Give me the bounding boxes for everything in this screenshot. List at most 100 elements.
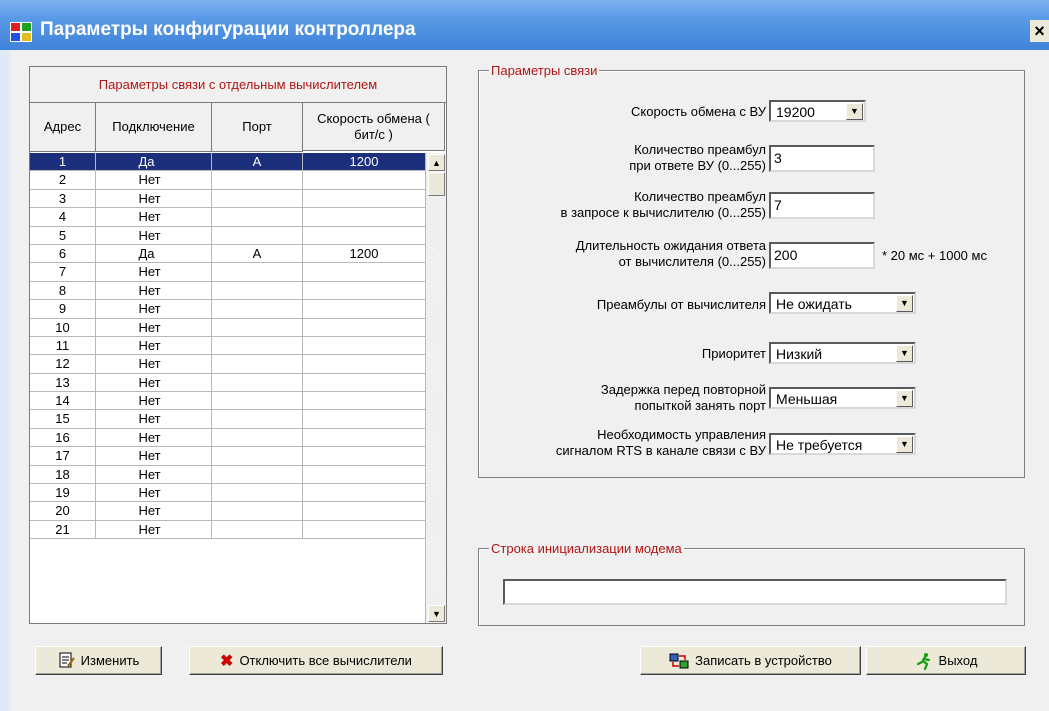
cell-port[interactable] — [212, 171, 303, 190]
cell-address[interactable]: 7 — [30, 263, 96, 282]
cell-speed[interactable] — [303, 392, 426, 411]
table-row[interactable]: 21 Нет — [30, 520, 426, 540]
cell-speed[interactable] — [303, 189, 426, 209]
cell-address[interactable]: 14 — [30, 392, 96, 411]
cell-port[interactable] — [212, 355, 303, 374]
cell-connection[interactable]: Да — [96, 153, 212, 172]
scroll-up-button[interactable]: ▲ — [428, 154, 445, 171]
cell-connection[interactable]: Нет — [96, 336, 212, 356]
cell-speed[interactable] — [303, 447, 426, 466]
table-row[interactable]: 1 Да A 1200 — [30, 153, 426, 172]
cell-speed[interactable] — [303, 484, 426, 503]
cell-port[interactable] — [212, 263, 303, 282]
cell-address[interactable]: 10 — [30, 318, 96, 337]
cell-port[interactable] — [212, 189, 303, 209]
cell-speed[interactable] — [303, 318, 426, 337]
cell-port[interactable] — [212, 392, 303, 411]
cell-port[interactable] — [212, 520, 303, 540]
cell-connection[interactable]: Нет — [96, 171, 212, 190]
table-row[interactable]: 6 Да A 1200 — [30, 244, 426, 264]
table-row[interactable]: 20 Нет — [30, 502, 426, 521]
baud-select[interactable]: 19200 ▼ — [769, 100, 866, 122]
table-row[interactable]: 17 Нет — [30, 447, 426, 466]
table-row[interactable]: 2 Нет — [30, 171, 426, 190]
cell-speed[interactable] — [303, 520, 426, 540]
preamb-reply-input[interactable]: 3 — [769, 145, 875, 172]
cell-speed[interactable] — [303, 428, 426, 448]
cell-address[interactable]: 21 — [30, 520, 96, 540]
cell-connection[interactable]: Нет — [96, 300, 212, 319]
cell-connection[interactable]: Нет — [96, 226, 212, 245]
cell-address[interactable]: 17 — [30, 447, 96, 466]
cell-address[interactable]: 15 — [30, 410, 96, 429]
grid-scrollbar[interactable]: ▲ ▼ — [425, 153, 446, 623]
table-row[interactable]: 15 Нет — [30, 410, 426, 429]
table-row[interactable]: 8 Нет — [30, 281, 426, 301]
timeout-input[interactable]: 200 — [769, 242, 875, 269]
cell-connection[interactable]: Нет — [96, 263, 212, 282]
cell-address[interactable]: 3 — [30, 189, 96, 209]
cell-port[interactable] — [212, 336, 303, 356]
table-row[interactable]: 7 Нет — [30, 263, 426, 282]
cell-connection[interactable]: Нет — [96, 208, 212, 227]
cell-address[interactable]: 6 — [30, 244, 96, 264]
cell-address[interactable]: 19 — [30, 484, 96, 503]
cell-port[interactable] — [212, 447, 303, 466]
table-row[interactable]: 5 Нет — [30, 226, 426, 245]
scroll-thumb[interactable] — [428, 172, 445, 196]
cell-connection[interactable]: Нет — [96, 281, 212, 301]
header-address[interactable]: Адрес — [30, 103, 96, 152]
cell-connection[interactable]: Нет — [96, 428, 212, 448]
cell-speed[interactable] — [303, 355, 426, 374]
cell-speed[interactable] — [303, 336, 426, 356]
priority-select[interactable]: Низкий ▼ — [769, 342, 916, 364]
cell-connection[interactable]: Нет — [96, 447, 212, 466]
cell-address[interactable]: 16 — [30, 428, 96, 448]
chevron-down-icon[interactable]: ▼ — [846, 103, 863, 120]
table-row[interactable]: 16 Нет — [30, 428, 426, 448]
chevron-down-icon[interactable]: ▼ — [896, 390, 913, 407]
cell-port[interactable]: A — [212, 153, 303, 172]
cell-address[interactable]: 5 — [30, 226, 96, 245]
table-row[interactable]: 18 Нет — [30, 465, 426, 485]
cell-port[interactable] — [212, 410, 303, 429]
cell-connection[interactable]: Нет — [96, 373, 212, 393]
cell-address[interactable]: 4 — [30, 208, 96, 227]
edit-button[interactable]: Изменить — [35, 646, 162, 675]
cell-speed[interactable] — [303, 502, 426, 521]
write-to-device-button[interactable]: Записать в устройство — [640, 646, 861, 675]
cell-address[interactable]: 9 — [30, 300, 96, 319]
cell-speed[interactable] — [303, 281, 426, 301]
cell-speed[interactable] — [303, 208, 426, 227]
cell-port[interactable] — [212, 465, 303, 485]
delay-select[interactable]: Меньшая ▼ — [769, 387, 916, 409]
cell-address[interactable]: 20 — [30, 502, 96, 521]
cell-connection[interactable]: Нет — [96, 502, 212, 521]
cell-connection[interactable]: Нет — [96, 484, 212, 503]
cell-address[interactable]: 1 — [30, 153, 96, 172]
table-row[interactable]: 12 Нет — [30, 355, 426, 374]
cell-speed[interactable]: 1200 — [303, 244, 426, 264]
scroll-down-button[interactable]: ▼ — [428, 605, 445, 622]
cell-speed[interactable] — [303, 373, 426, 393]
cell-address[interactable]: 12 — [30, 355, 96, 374]
cell-address[interactable]: 8 — [30, 281, 96, 301]
close-button[interactable]: × — [1030, 20, 1049, 42]
cell-connection[interactable]: Нет — [96, 410, 212, 429]
cell-speed[interactable]: 1200 — [303, 153, 426, 172]
preamb-from-select[interactable]: Не ожидать ▼ — [769, 292, 916, 314]
header-port[interactable]: Порт — [212, 103, 303, 152]
chevron-down-icon[interactable]: ▼ — [896, 345, 913, 362]
cell-speed[interactable] — [303, 410, 426, 429]
devices-grid[interactable]: Параметры связи с отдельным вычислителем… — [29, 66, 447, 624]
preamb-request-input[interactable]: 7 — [769, 192, 875, 219]
cell-speed[interactable] — [303, 226, 426, 245]
cell-connection[interactable]: Нет — [96, 189, 212, 209]
cell-port[interactable] — [212, 281, 303, 301]
cell-address[interactable]: 13 — [30, 373, 96, 393]
cell-port[interactable] — [212, 208, 303, 227]
table-row[interactable]: 10 Нет — [30, 318, 426, 337]
table-row[interactable]: 9 Нет — [30, 300, 426, 319]
cell-address[interactable]: 2 — [30, 171, 96, 190]
app-icon[interactable] — [10, 22, 32, 42]
